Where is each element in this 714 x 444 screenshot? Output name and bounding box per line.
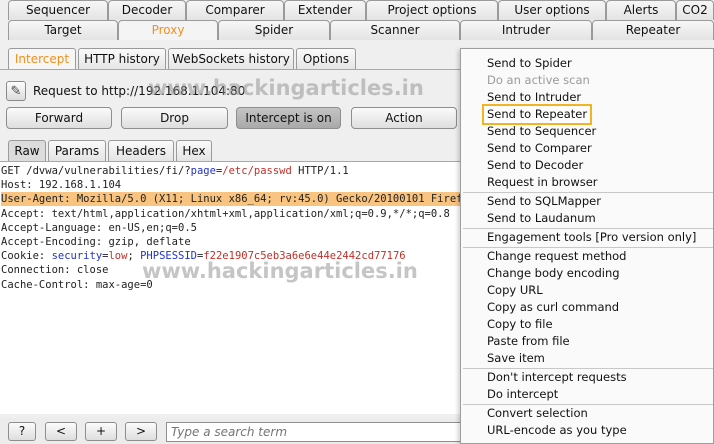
menu-item-send-to-intruder[interactable]: Send to Intruder [487,89,581,106]
watermark-top: www.hackingarticles.in [148,76,424,100]
menu-item-don-t-intercept-requests[interactable]: Don't intercept requests [487,369,627,386]
tab-sequencer[interactable]: Sequencer [8,0,108,20]
menu-item-send-to-repeater[interactable]: Send to Repeater [481,104,593,125]
tab-extender[interactable]: Extender [284,0,366,20]
action-button[interactable]: Action [351,107,457,129]
menu-item-send-to-spider[interactable]: Send to Spider [487,55,572,72]
tab-repeater[interactable]: Repeater [592,20,714,40]
menu-item-copy-to-file[interactable]: Copy to file [487,316,553,333]
menu-item-copy-url[interactable]: Copy URL [487,282,543,299]
tab-user-options[interactable]: User options [498,0,606,20]
context-menu: Send to Spider Do an active scan Send to I… [460,48,714,444]
tab-decoder[interactable]: Decoder [108,0,186,20]
menu-item-send-to-sequencer[interactable]: Send to Sequencer [487,123,596,140]
editor-tab-hex[interactable]: Hex [176,140,212,161]
proxy-tab-intercept[interactable]: Intercept [8,48,76,69]
proxy-tab-websockets-history[interactable]: WebSockets history [168,48,294,69]
tab-spider[interactable]: Spider [218,20,330,40]
tab-proxy[interactable]: Proxy [118,20,218,40]
menu-item-send-to-decoder[interactable]: Send to Decoder [487,157,583,174]
menu-item-copy-as-curl-command[interactable]: Copy as curl command [487,299,619,316]
request-text: Connection: close [1,264,109,277]
editor-tab-headers[interactable]: Headers [108,140,174,161]
menu-item-send-to-comparer[interactable]: Send to Comparer [487,140,592,157]
previous-match-button[interactable]: < [45,422,77,441]
drop-button[interactable]: Drop [121,107,228,129]
tab-project-options[interactable]: Project options [366,0,498,20]
menu-item-do-intercept[interactable]: Do intercept [487,386,558,403]
request-text: Accept-Language: en-US,en;q=0.5 [1,221,197,234]
search-input[interactable] [166,422,466,442]
next-match-button[interactable]: > [125,422,157,441]
param-name: page [190,165,216,177]
tab-target[interactable]: Target [8,20,118,40]
menu-item-engagement-tools-pro-version-only[interactable]: Engagement tools [Pro version only] [487,229,696,246]
tab-intruder[interactable]: Intruder [460,20,592,40]
menu-item-change-request-method[interactable]: Change request method [487,248,626,265]
proxy-tab-http-history[interactable]: HTTP history [78,48,166,69]
watermark-bottom: www.hackingarticles.in [142,259,418,283]
request-text: Cookie: [1,250,52,263]
tab-alerts[interactable]: Alerts [606,0,676,20]
request-text: Accept: text/html,application/xhtml+xml,… [1,207,450,220]
menu-item-do-an-active-scan: Do an active scan [487,73,590,87]
menu-item-url-encode-as-you-type[interactable]: URL-encode as you type [487,422,627,439]
request-text: Accept-Encoding: gzip, deflate [1,236,191,248]
menu-item-send-to-laudanum[interactable]: Send to Laudanum [487,210,596,227]
menu-item-request-in-browser[interactable]: Request in browser [487,174,598,191]
help-button[interactable]: ? [8,422,36,441]
menu-item-convert-selection[interactable]: Convert selection [487,405,588,422]
param-value: low [108,250,128,263]
add-button[interactable]: + [85,422,117,441]
request-text: ; [127,250,141,263]
request-text: User-Agent: Mozilla/5.0 (X11; Linux x86_… [1,193,507,206]
editor-tab-params[interactable]: Params [48,140,106,161]
request-text: HTTP/1.1 [291,165,349,177]
request-text: Host: 192.168.1.104 [1,179,122,192]
forward-button[interactable]: Forward [6,107,112,129]
editor-tab-raw[interactable]: Raw [8,140,46,161]
menu-item-send-to-sqlmapper[interactable]: Send to SQLMapper [487,193,601,210]
menu-item-change-body-encoding[interactable]: Change body encoding [487,265,620,282]
intercept-toggle-button[interactable]: Intercept is on [236,107,341,129]
param-value: /etc/passwd [222,165,292,177]
menu-item-save-item[interactable]: Save item [487,350,545,367]
tab-scanner[interactable]: Scanner [330,20,460,40]
request-text: GET /dvwa/vulnerabilities/fi/? [1,165,191,177]
tab-comparer[interactable]: Comparer [186,0,284,20]
param-name: security [51,250,103,263]
tab-co2[interactable]: CO2 [676,0,714,20]
proxy-tab-options[interactable]: Options [296,48,356,69]
pencil-icon[interactable]: ✎ [6,81,26,101]
request-text: Cache-Control: max-age=0 [1,278,153,291]
menu-item-paste-from-file[interactable]: Paste from file [487,333,570,350]
